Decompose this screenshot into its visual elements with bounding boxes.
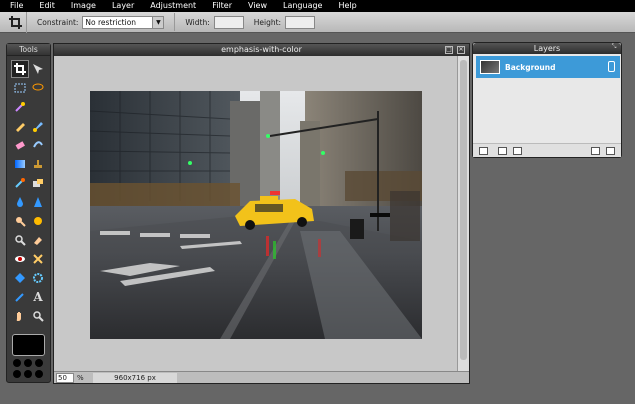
tools-panel: Tools A: [6, 43, 51, 383]
palette-dot[interactable]: [13, 370, 21, 378]
height-field[interactable]: [285, 15, 316, 29]
empty-slot: [29, 98, 47, 116]
street-photo-image: [90, 91, 422, 339]
stamp-tool-icon[interactable]: [29, 155, 47, 173]
brush-tool-icon[interactable]: [29, 117, 47, 135]
image-window-titlebar: emphasis-with-color □ ✕: [54, 44, 469, 56]
layer-row-background[interactable]: Background: [476, 56, 620, 78]
sharpen-tool-icon[interactable]: [29, 193, 47, 211]
crop-tool-icon[interactable]: [11, 60, 29, 78]
gradient-tool-icon[interactable]: [11, 155, 29, 173]
layers-panel: Layers ⤡ Background: [472, 42, 622, 158]
status-bar: 50 % 960x716 px: [54, 371, 469, 383]
canvas-area[interactable]: [54, 56, 458, 371]
menu-file[interactable]: File: [10, 0, 23, 12]
dodge-tool-icon[interactable]: [11, 212, 29, 230]
menu-edit[interactable]: Edit: [39, 0, 55, 12]
constraint-label: Constraint:: [37, 17, 79, 27]
constraint-value: No restriction: [85, 17, 137, 27]
collapse-icon[interactable]: ⤡: [610, 44, 618, 52]
menu-bar: File Edit Image Layer Adjustment Filter …: [0, 0, 635, 12]
layer-style-icon[interactable]: [513, 146, 522, 155]
layer-settings-icon[interactable]: [479, 146, 488, 155]
smudge-tool-icon[interactable]: [29, 136, 47, 154]
layer-name: Background: [505, 62, 556, 72]
image-window: emphasis-with-color □ ✕ 50 % 960x716 px: [53, 43, 470, 384]
tools-title: Tools: [7, 44, 50, 56]
colorize-tool-icon[interactable]: [29, 231, 47, 249]
palette-dot[interactable]: [13, 359, 21, 367]
type-tool-icon[interactable]: A: [29, 288, 47, 306]
crop-icon: [5, 11, 27, 33]
eyedropper-tool-icon[interactable]: [11, 288, 29, 306]
palette-dot[interactable]: [24, 370, 32, 378]
menu-layer[interactable]: Layer: [112, 0, 134, 12]
new-layer-icon[interactable]: [591, 146, 600, 155]
height-label: Height:: [253, 17, 282, 27]
image-dimensions: 960x716 px: [93, 372, 177, 383]
width-label: Width:: [185, 17, 210, 27]
blur-tool-icon[interactable]: [11, 193, 29, 211]
trash-icon[interactable]: [606, 146, 615, 155]
hand-tool-icon[interactable]: [11, 307, 29, 325]
constraint-select[interactable]: No restriction ▼: [82, 15, 165, 29]
menu-view[interactable]: View: [248, 0, 267, 12]
layers-title: Layers: [533, 44, 561, 53]
replace-color-tool-icon[interactable]: [11, 174, 29, 192]
shape-tool-icon[interactable]: [29, 174, 47, 192]
wand-tool-icon[interactable]: [11, 98, 29, 116]
eraser-tool-icon[interactable]: [11, 136, 29, 154]
maximize-icon[interactable]: □: [445, 46, 453, 54]
menu-image[interactable]: Image: [71, 0, 96, 12]
vertical-scrollbar[interactable]: [457, 56, 469, 371]
lasso-tool-icon[interactable]: [29, 79, 47, 97]
divider: [174, 13, 176, 31]
document-title: emphasis-with-color: [221, 45, 302, 54]
zoom-unit: %: [77, 373, 84, 382]
pencil-tool-icon[interactable]: [11, 117, 29, 135]
foreground-color-swatch[interactable]: [12, 334, 45, 356]
menu-filter[interactable]: Filter: [212, 0, 232, 12]
scrollbar-thumb[interactable]: [460, 60, 467, 360]
palette-dot[interactable]: [24, 359, 32, 367]
zoom-tool-icon[interactable]: [29, 307, 47, 325]
bloat-tool-icon[interactable]: [11, 269, 29, 287]
menu-adjustment[interactable]: Adjustment: [150, 0, 196, 12]
sponge-tool-icon[interactable]: [11, 231, 29, 249]
palette-dot[interactable]: [35, 359, 43, 367]
photo-canvas[interactable]: [90, 91, 422, 339]
layers-footer: [473, 143, 621, 157]
spherize-tool-icon[interactable]: [29, 269, 47, 287]
move-tool-icon[interactable]: [29, 60, 47, 78]
tools-grid: A: [11, 60, 49, 326]
layers-titlebar: Layers ⤡: [473, 43, 621, 54]
zoom-input[interactable]: 50: [56, 372, 74, 383]
layer-mask-icon[interactable]: [498, 146, 507, 155]
pinch-tool-icon[interactable]: [29, 250, 47, 268]
burn-tool-icon[interactable]: [29, 212, 47, 230]
marquee-tool-icon[interactable]: [11, 79, 29, 97]
chevron-down-icon: ▼: [152, 16, 164, 28]
layer-thumbnail: [480, 60, 500, 74]
red-eye-tool-icon[interactable]: [11, 250, 29, 268]
close-icon[interactable]: ✕: [457, 46, 465, 54]
menu-help[interactable]: Help: [338, 0, 356, 12]
palette-dots: [13, 359, 47, 378]
width-field[interactable]: [213, 15, 244, 29]
options-bar: Constraint: No restriction ▼ Width: Heig…: [0, 11, 635, 33]
menu-language[interactable]: Language: [283, 0, 322, 12]
lock-icon: [608, 61, 615, 72]
palette-dot[interactable]: [35, 370, 43, 378]
